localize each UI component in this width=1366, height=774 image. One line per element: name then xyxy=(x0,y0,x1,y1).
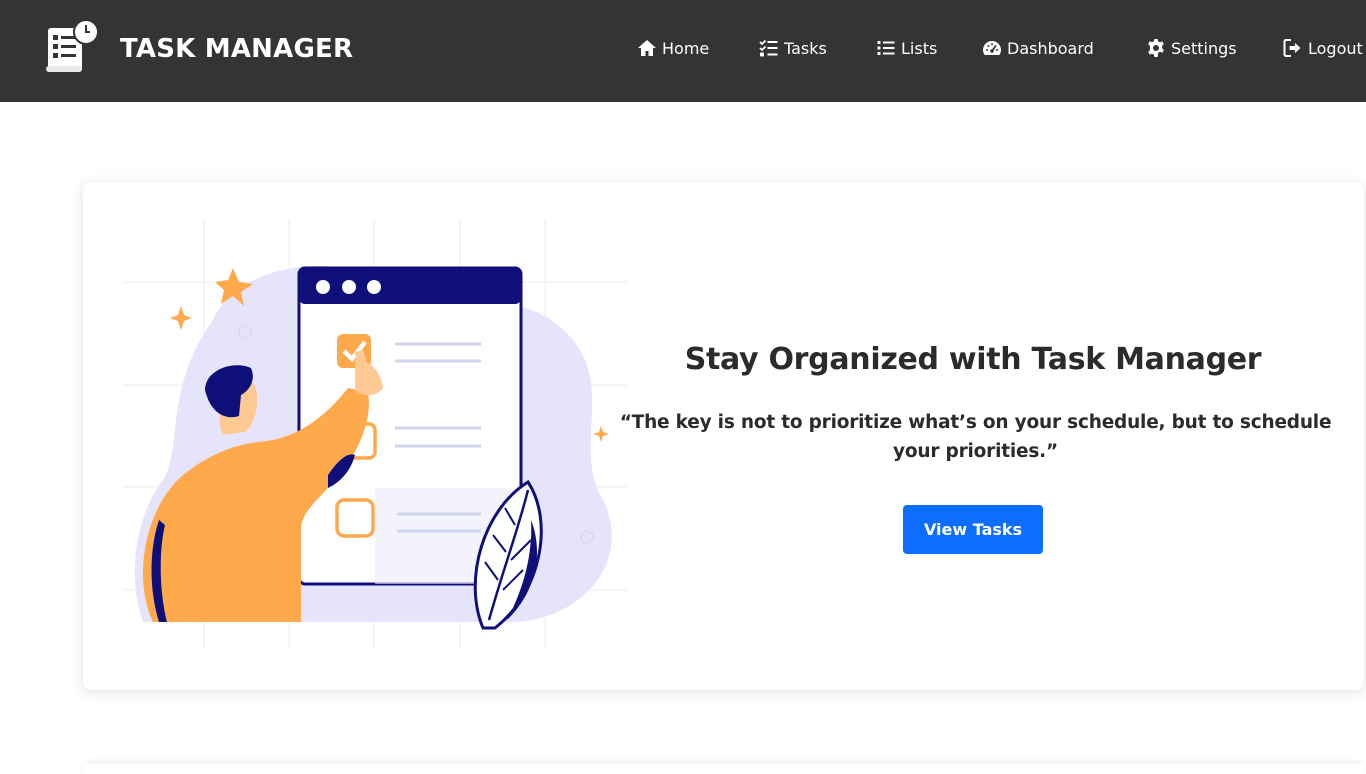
next-section-edge xyxy=(83,764,1364,774)
nav-dashboard-label: Dashboard xyxy=(1007,38,1094,58)
nav-home[interactable]: Home xyxy=(637,38,709,58)
home-icon xyxy=(638,40,656,56)
hero-card: Stay Organized with Task Manager “The ke… xyxy=(83,182,1364,690)
dashboard-gauge-icon xyxy=(982,41,1002,55)
nav-settings-label: Settings xyxy=(1171,38,1237,58)
nav-tasks[interactable]: Tasks xyxy=(759,38,827,58)
view-tasks-button[interactable]: View Tasks xyxy=(903,505,1043,554)
navbar: TASK MANAGER Home Tasks Lists Dashboard … xyxy=(0,0,1366,102)
nav-settings[interactable]: Settings xyxy=(1146,38,1237,58)
hero-quote: “The key is not to prioritize what’s on … xyxy=(619,412,1332,462)
task-checklist-illustration xyxy=(123,220,628,650)
gear-icon xyxy=(1148,39,1164,57)
nav-lists[interactable]: Lists xyxy=(876,38,937,58)
tasks-checklist-icon xyxy=(759,39,778,57)
logout-icon xyxy=(1283,39,1301,57)
nav-logout[interactable]: Logout xyxy=(1283,38,1363,58)
list-icon xyxy=(877,41,895,55)
nav-home-label: Home xyxy=(662,38,710,58)
nav-tasks-label: Tasks xyxy=(784,38,827,58)
main-nav: Home Tasks Lists Dashboard Settings Logo… xyxy=(0,38,1366,64)
nav-logout-label: Logout xyxy=(1308,38,1363,58)
nav-dashboard[interactable]: Dashboard xyxy=(982,38,1094,58)
nav-lists-label: Lists xyxy=(901,38,938,58)
hero-title: Stay Organized with Task Manager xyxy=(684,342,1262,377)
